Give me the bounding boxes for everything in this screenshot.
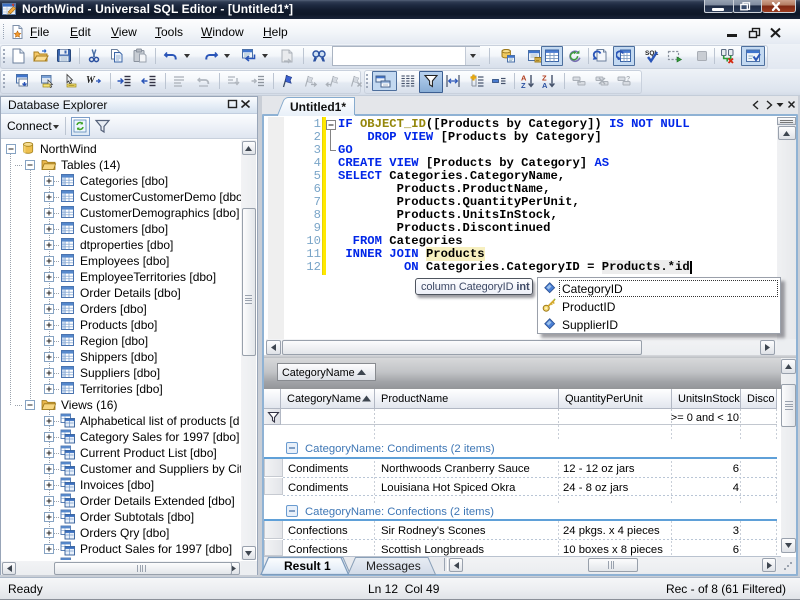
svg-text:W: W (86, 75, 96, 86)
svg-text:A: A (542, 81, 548, 89)
svg-text:?: ? (626, 76, 630, 83)
svg-text:Z: Z (521, 81, 526, 89)
